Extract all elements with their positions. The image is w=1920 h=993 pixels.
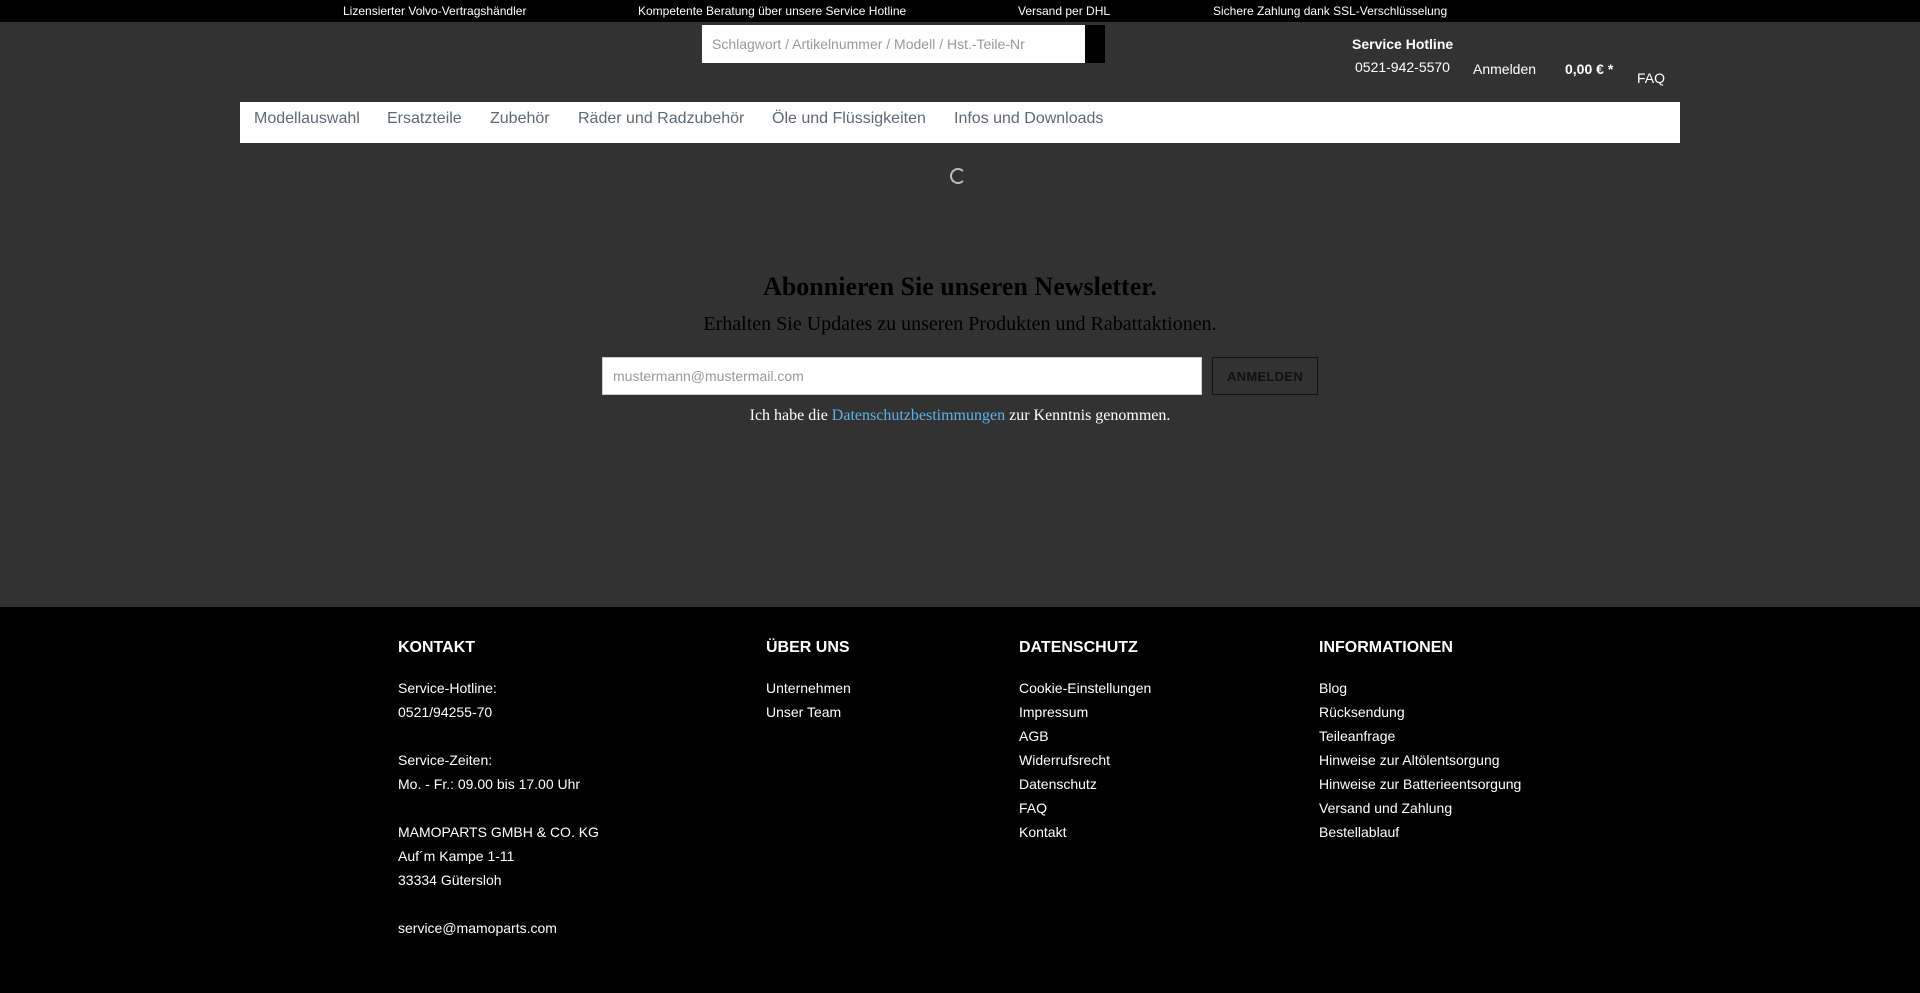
footer-email-link[interactable]: service@mamoparts.com <box>398 916 599 940</box>
search-button[interactable] <box>1085 25 1105 63</box>
nav-item-ersatzteile[interactable]: Ersatzteile <box>387 110 462 128</box>
footer-hotline-number[interactable]: 0521/94255-70 <box>398 700 599 724</box>
footer-column-ueber-uns: ÜBER UNS Unternehmen Unser Team <box>766 639 851 724</box>
footer-hours: Mo. - Fr.: 09.00 bis 17.00 Uhr <box>398 776 581 792</box>
usp-hotline: Kompetente Beratung über unsere Service … <box>638 4 907 18</box>
search-bar <box>702 25 1105 63</box>
usp-ssl: Sichere Zahlung dank SSL-Verschlüsselung <box>1213 4 1448 18</box>
footer-link-batterie[interactable]: Hinweise zur Batterieentsorgung <box>1319 772 1521 796</box>
footer-company: MAMOPARTS GMBH & CO. KG <box>398 824 599 840</box>
footer-street: Auf´m Kampe 1-11 <box>398 848 515 864</box>
loading-spinner-icon <box>950 168 966 184</box>
footer-link-teileanfrage[interactable]: Teileanfrage <box>1319 724 1521 748</box>
nav-item-modellauswahl[interactable]: Modellauswahl <box>254 110 360 128</box>
footer-column-informationen: INFORMATIONEN Blog Rücksendung Teileanfr… <box>1319 639 1521 844</box>
footer-heading-informationen: INFORMATIONEN <box>1319 639 1453 656</box>
footer-link-kontakt[interactable]: Kontakt <box>1019 820 1151 844</box>
footer-link-blog[interactable]: Blog <box>1319 676 1521 700</box>
footer-link-unser-team[interactable]: Unser Team <box>766 700 851 724</box>
cart-total[interactable]: 0,00 € * <box>1565 61 1613 77</box>
footer-hotline-label: Service-Hotline: <box>398 680 497 696</box>
consent-text-after: zur Kenntnis genommen. <box>1005 407 1171 424</box>
footer-heading-datenschutz: DATENSCHUTZ <box>1019 639 1138 656</box>
footer-link-cookie-settings[interactable]: Cookie-Einstellungen <box>1019 676 1151 700</box>
nav-item-oele[interactable]: Öle und Flüssigkeiten <box>772 110 926 128</box>
newsletter-title: Abonnieren Sie unseren Newsletter. <box>763 272 1157 301</box>
footer-hours-label: Service-Zeiten: <box>398 752 493 768</box>
consent-text-before: Ich habe die <box>749 407 832 424</box>
footer-link-versand-zahlung[interactable]: Versand und Zahlung <box>1319 796 1521 820</box>
search-input[interactable] <box>702 25 1085 63</box>
hotline-title: Service Hotline <box>1352 36 1454 52</box>
footer-link-widerrufsrecht[interactable]: Widerrufsrecht <box>1019 748 1151 772</box>
footer-city: 33334 Gütersloh <box>398 872 502 888</box>
usp-shipping: Versand per DHL <box>1018 4 1111 18</box>
footer-link-faq[interactable]: FAQ <box>1019 796 1151 820</box>
footer-link-bestellablauf[interactable]: Bestellablauf <box>1319 820 1521 844</box>
faq-link[interactable]: FAQ <box>1637 70 1665 86</box>
newsletter-subscribe-button[interactable]: ANMELDEN <box>1212 357 1318 395</box>
footer-link-impressum[interactable]: Impressum <box>1019 700 1151 724</box>
privacy-policy-link[interactable]: Datenschutzbestimmungen <box>832 407 1005 424</box>
usp-bar: Lizensierter Volvo-Vertragshändler Kompe… <box>0 0 1920 22</box>
nav-item-raeder[interactable]: Räder und Radzubehör <box>578 110 744 128</box>
nav-item-zubehoer[interactable]: Zubehör <box>490 110 550 128</box>
footer-link-ruecksendung[interactable]: Rücksendung <box>1319 700 1521 724</box>
login-link[interactable]: Anmelden <box>1473 61 1536 77</box>
footer-link-altoel[interactable]: Hinweise zur Altölentsorgung <box>1319 748 1521 772</box>
footer-column-datenschutz: DATENSCHUTZ Cookie-Einstellungen Impress… <box>1019 639 1151 844</box>
newsletter-consent: Ich habe die Datenschutzbestimmungen zur… <box>0 407 1920 425</box>
footer-heading-kontakt: KONTAKT <box>398 639 476 656</box>
footer-heading-ueber-uns: ÜBER UNS <box>766 639 850 656</box>
nav-item-infos[interactable]: Infos und Downloads <box>954 110 1103 128</box>
main-navigation: Modellauswahl Ersatzteile Zubehör Räder … <box>240 102 1680 143</box>
footer-link-agb[interactable]: AGB <box>1019 724 1151 748</box>
footer-link-datenschutz[interactable]: Datenschutz <box>1019 772 1151 796</box>
hotline-number[interactable]: 0521-942-5570 <box>1355 59 1450 75</box>
newsletter-subtitle: Erhalten Sie Updates zu unseren Produkte… <box>703 313 1217 335</box>
footer: KONTAKT Service-Hotline: 0521/94255-70 S… <box>0 607 1920 993</box>
footer-link-unternehmen[interactable]: Unternehmen <box>766 676 851 700</box>
newsletter-email-field[interactable] <box>602 357 1202 395</box>
usp-dealer: Lizensierter Volvo-Vertragshändler <box>343 4 527 18</box>
footer-column-kontakt: KONTAKT Service-Hotline: 0521/94255-70 S… <box>398 639 599 940</box>
